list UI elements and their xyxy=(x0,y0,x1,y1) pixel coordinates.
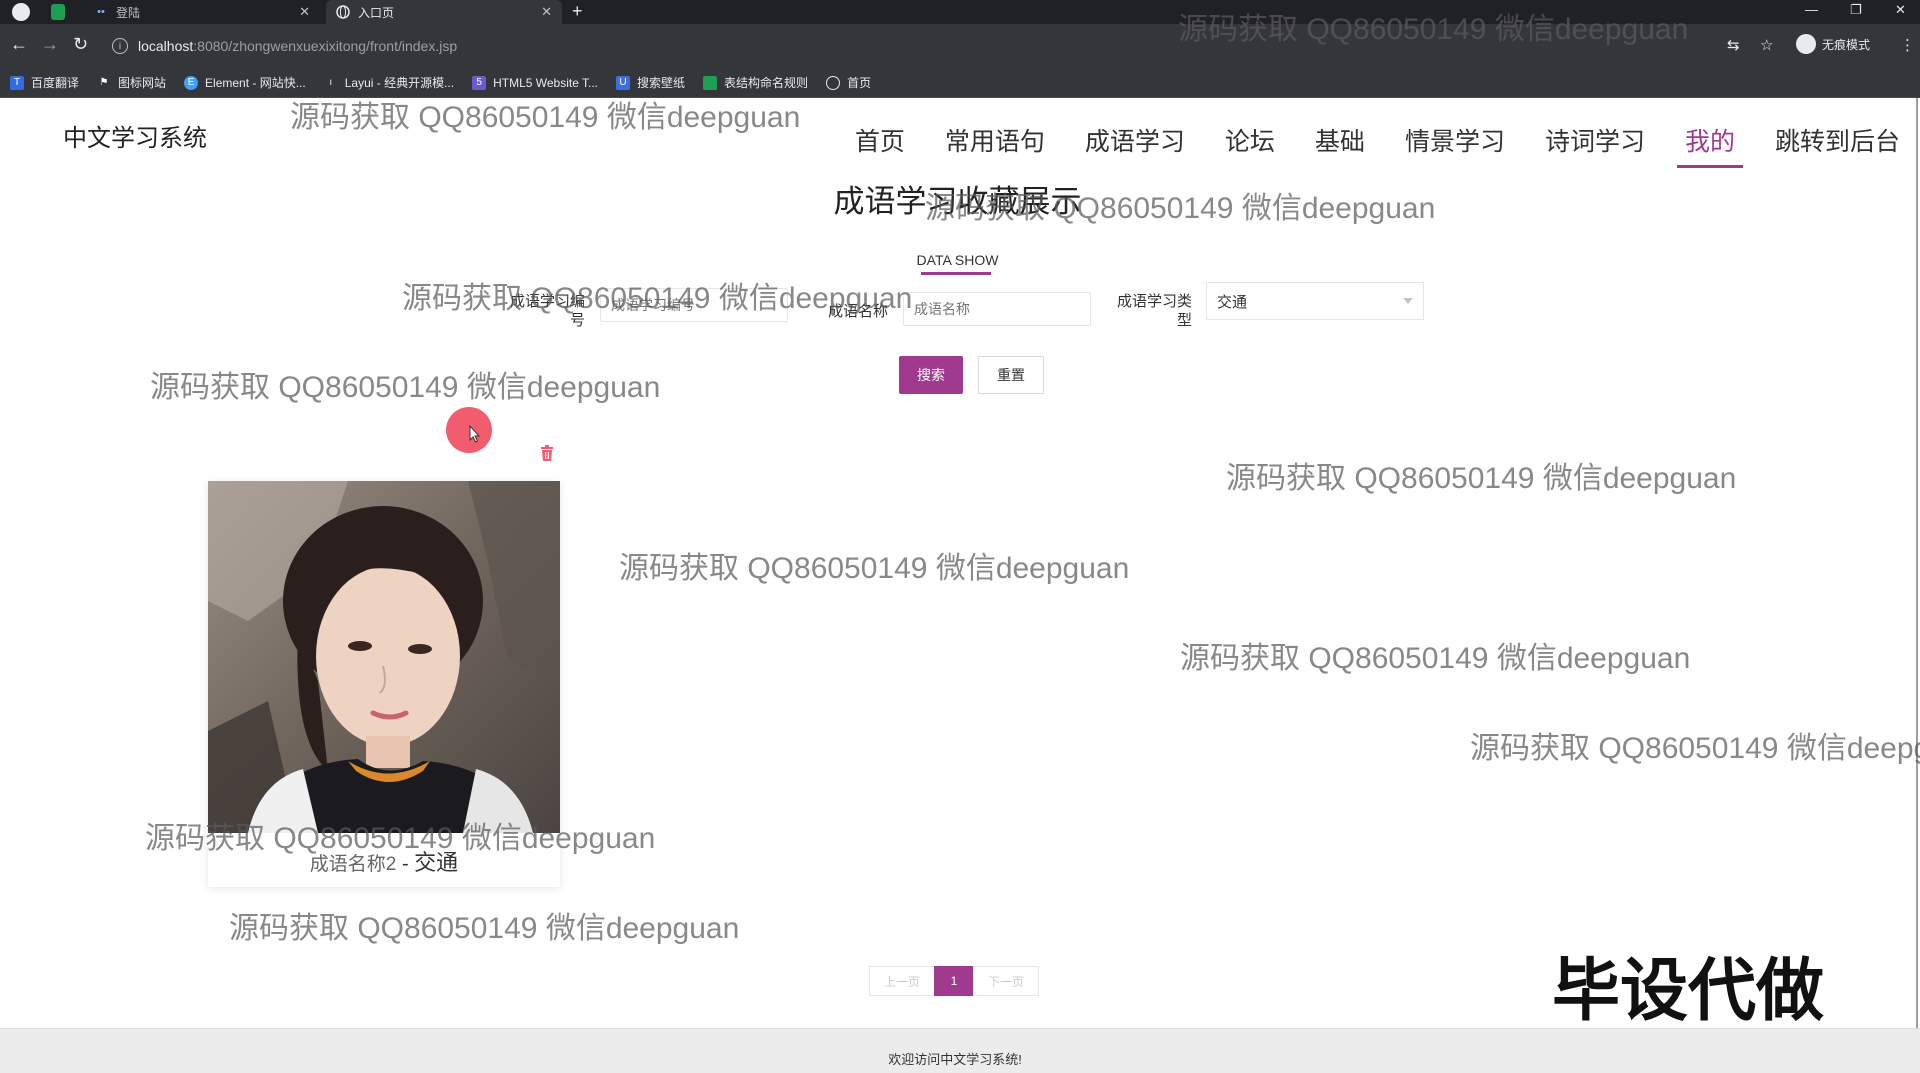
bookmark-element[interactable]: E Element - 网站快... xyxy=(184,74,306,91)
main-nav: 首页 常用语句 成语学习 论坛 基础 情景学习 诗词学习 我的 跳转到后台 xyxy=(815,122,1900,168)
minimize-icon[interactable]: — xyxy=(1805,2,1818,17)
close-icon[interactable]: ✕ xyxy=(299,4,310,20)
favorite-card[interactable]: 成语名称2 - 交通 xyxy=(208,481,560,887)
page-content: 中文学习系统 首页 常用语句 成语学习 论坛 基础 情景学习 诗词学习 我的 跳… xyxy=(0,98,1920,1073)
wallpaper-icon: U xyxy=(616,75,631,90)
incognito-label: 无痕模式 xyxy=(1822,37,1871,52)
nav-home[interactable]: 首页 xyxy=(855,122,905,158)
layui-icon: ı xyxy=(329,77,333,88)
site-brand[interactable]: 中文学习系统 xyxy=(63,118,207,153)
url-path: :8080/zhongwenxuexixitong/front/index.js… xyxy=(193,38,458,54)
bookmark-layui[interactable]: ı Layui - 经典开源模... xyxy=(324,74,454,91)
grid-icon: •• xyxy=(97,6,105,18)
incognito-icon xyxy=(1796,34,1816,54)
bookmark-baidu-translate[interactable]: T 百度翻译 xyxy=(10,74,79,91)
sheet-icon xyxy=(703,75,718,90)
card-image[interactable] xyxy=(208,481,560,833)
restore-icon[interactable]: ❐ xyxy=(1850,2,1862,18)
close-icon[interactable]: ✕ xyxy=(541,4,552,20)
footer: 欢迎访问中文学习系统! xyxy=(0,1028,1920,1073)
name-input[interactable] xyxy=(903,292,1091,326)
type-label: 成语学习类 型 xyxy=(1116,293,1192,329)
bookmark-home[interactable]: 首页 xyxy=(826,74,871,91)
url-field[interactable]: i localhost:8080/zhongwenxuexixitong/fro… xyxy=(112,32,1712,60)
nav-basics[interactable]: 基础 xyxy=(1315,122,1365,158)
pagination: 上一页 1 下一页 xyxy=(869,966,1039,996)
section-title: 成语学习收藏展示 xyxy=(833,184,1082,219)
type-select-value: 交通 xyxy=(1217,293,1248,311)
cursor-highlight xyxy=(446,407,492,453)
card-idiom-type: 交通 xyxy=(414,850,459,875)
globe-icon xyxy=(826,75,841,90)
tab-title: 登陆 xyxy=(116,5,141,20)
browser-tab-bar: •• 登陆 ✕ 入口页 ✕ + — ❐ ✕ xyxy=(0,0,1920,24)
reload-icon[interactable]: ↻ xyxy=(73,34,88,55)
bookmark-table-naming[interactable]: 表结构命名规则 xyxy=(703,74,808,91)
menu-dots-icon[interactable]: ⋮ xyxy=(1900,36,1915,54)
cursor-icon xyxy=(469,424,481,443)
code-label: 成语学习编 号 xyxy=(509,293,585,329)
html5-icon: 5 xyxy=(472,75,487,90)
nav-forum[interactable]: 论坛 xyxy=(1225,122,1275,158)
info-icon[interactable]: i xyxy=(112,38,128,54)
delete-favorite-icon[interactable] xyxy=(540,445,554,466)
card-separator: - xyxy=(401,853,409,875)
reset-button[interactable]: 重置 xyxy=(978,356,1044,394)
card-caption: 成语名称2 - 交通 xyxy=(208,845,560,877)
address-bar: ← → ↻ i localhost:8080/zhongwenxuexixito… xyxy=(0,24,1920,68)
tab-entry[interactable]: 入口页 ✕ xyxy=(326,0,562,24)
nav-idioms[interactable]: 成语学习 xyxy=(1085,122,1185,158)
chevron-down-icon xyxy=(1403,298,1413,304)
url-host: localhost xyxy=(138,38,194,54)
next-page-button[interactable]: 下一页 xyxy=(973,966,1039,996)
footer-text: 欢迎访问中文学习系统! xyxy=(888,1052,1022,1067)
forward-icon[interactable]: → xyxy=(41,34,59,55)
new-tab-icon[interactable]: + xyxy=(572,1,583,22)
globe-icon xyxy=(336,5,350,19)
search-button[interactable]: 搜索 xyxy=(899,356,963,394)
nav-scenario[interactable]: 情景学习 xyxy=(1405,122,1505,158)
star-icon[interactable]: ☆ xyxy=(1760,36,1773,54)
tab-login[interactable]: •• 登陆 ✕ xyxy=(84,0,320,24)
close-window-icon[interactable]: ✕ xyxy=(1895,2,1906,18)
nav-common-phrases[interactable]: 常用语句 xyxy=(945,122,1045,158)
page-1-button[interactable]: 1 xyxy=(934,966,974,996)
prev-page-button[interactable]: 上一页 xyxy=(869,966,935,996)
nav-poetry[interactable]: 诗词学习 xyxy=(1545,122,1645,158)
flag-icon: ⚑ xyxy=(99,77,109,88)
nav-admin[interactable]: 跳转到后台 xyxy=(1775,122,1900,158)
tab-title: 入口页 xyxy=(358,5,395,20)
bookmark-html5[interactable]: 5 HTML5 Website T... xyxy=(472,75,598,90)
section-subtitle: DATA SHOW xyxy=(916,252,999,268)
section-underline xyxy=(921,272,991,275)
element-icon: E xyxy=(184,75,199,90)
name-label: 成语名称 xyxy=(827,303,888,320)
promo-stamp: 毕设代做 xyxy=(1552,952,1825,1031)
translate-icon: T xyxy=(10,75,24,90)
bookmark-icon-site[interactable]: ⚑ 图标网站 xyxy=(97,74,167,91)
incognito-badge[interactable]: 无痕模式 xyxy=(1796,34,1870,54)
translate-page-icon[interactable]: ⇆ xyxy=(1727,36,1740,54)
code-input[interactable] xyxy=(600,288,788,322)
nav-mine[interactable]: 我的 xyxy=(1676,122,1744,168)
chrome-icon[interactable] xyxy=(12,3,30,21)
bookmark-wallpaper[interactable]: U 搜索壁纸 xyxy=(616,74,685,91)
pinned-tab-icon[interactable] xyxy=(51,4,65,20)
card-idiom-name: 成语名称2 xyxy=(309,854,397,875)
back-icon[interactable]: ← xyxy=(10,34,28,55)
bookmarks-bar: T 百度翻译 ⚑ 图标网站 E Element - 网站快... ı Layui - 经… xyxy=(0,68,1920,98)
type-select[interactable]: 交通 xyxy=(1206,282,1424,320)
page-scrollbar[interactable] xyxy=(1914,98,1920,1028)
